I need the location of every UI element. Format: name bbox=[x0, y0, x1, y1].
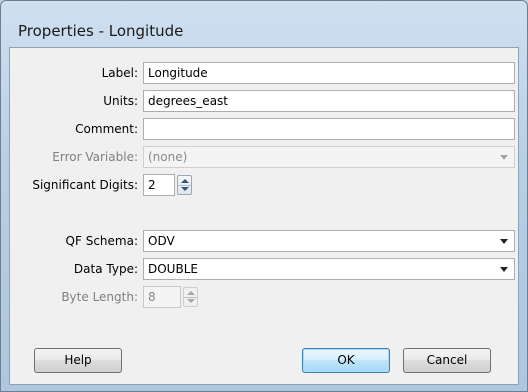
spin-up-icon bbox=[187, 291, 195, 295]
byte-length-value: 8 bbox=[143, 286, 181, 308]
data-type-caption: Data Type: bbox=[73, 262, 138, 276]
qf-schema-caption: QF Schema: bbox=[65, 234, 138, 248]
qf-schema-select[interactable]: ODV bbox=[143, 230, 515, 252]
chevron-down-icon bbox=[500, 239, 508, 244]
byte-length-caption: Byte Length: bbox=[61, 290, 138, 304]
dialog-body: Label: Longitude Units: degrees_east Com… bbox=[9, 47, 519, 385]
error-variable-caption: Error Variable: bbox=[52, 150, 138, 164]
data-type-select[interactable]: DOUBLE bbox=[143, 258, 515, 280]
spin-up-icon[interactable] bbox=[181, 179, 189, 183]
label-input[interactable]: Longitude bbox=[143, 62, 515, 84]
spin-down-icon bbox=[187, 299, 195, 303]
data-type-value: DOUBLE bbox=[148, 262, 198, 276]
units-input[interactable]: degrees_east bbox=[143, 90, 515, 112]
byte-length-spinner: 8 bbox=[143, 286, 201, 308]
error-variable-value: (none) bbox=[148, 150, 188, 164]
properties-dialog: Properties - Longitude Label: Longitude … bbox=[0, 0, 528, 392]
dialog-title: Properties - Longitude bbox=[18, 22, 184, 40]
spin-buttons bbox=[183, 287, 198, 307]
spin-down-icon[interactable] bbox=[181, 187, 189, 191]
cancel-button[interactable]: Cancel bbox=[403, 348, 491, 373]
spin-divider bbox=[178, 185, 191, 186]
ok-button[interactable]: OK bbox=[302, 348, 390, 373]
error-variable-select: (none) bbox=[143, 146, 515, 168]
help-button[interactable]: Help bbox=[34, 348, 122, 373]
chevron-down-icon bbox=[500, 155, 508, 160]
units-caption: Units: bbox=[103, 94, 138, 108]
chevron-down-icon bbox=[500, 267, 508, 272]
significant-digits-value[interactable]: 2 bbox=[143, 174, 175, 196]
significant-digits-caption: Significant Digits: bbox=[32, 178, 138, 192]
title-bar[interactable]: Properties - Longitude bbox=[1, 1, 527, 47]
comment-caption: Comment: bbox=[75, 122, 138, 136]
qf-schema-value: ODV bbox=[148, 234, 175, 248]
spin-divider bbox=[184, 297, 197, 298]
label-caption: Label: bbox=[101, 66, 138, 80]
comment-input[interactable] bbox=[143, 118, 515, 140]
spin-buttons[interactable] bbox=[177, 175, 192, 195]
significant-digits-spinner[interactable]: 2 bbox=[143, 174, 193, 196]
